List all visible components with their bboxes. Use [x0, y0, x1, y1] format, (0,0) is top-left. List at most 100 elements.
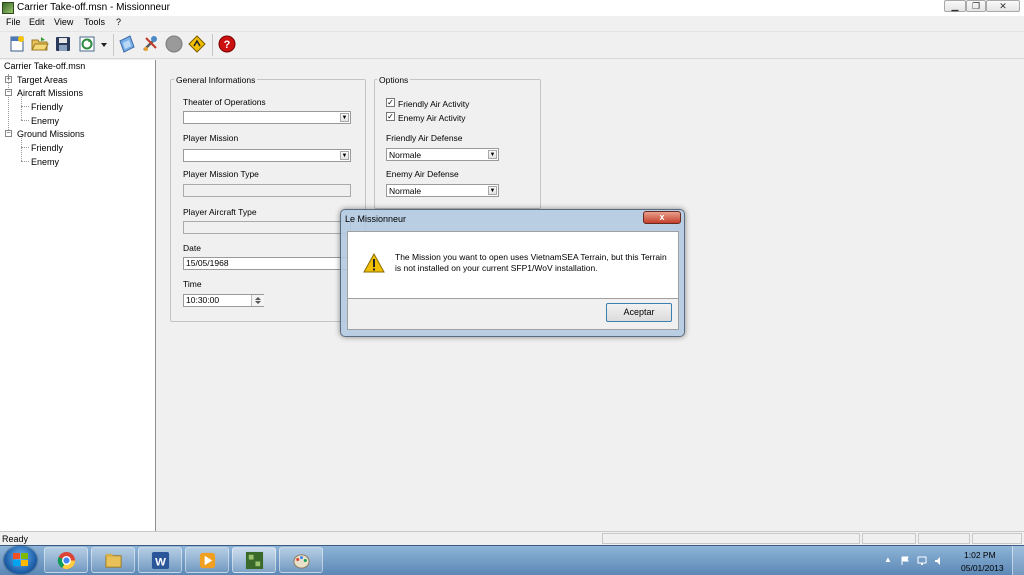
refresh-icon[interactable] [78, 35, 96, 53]
date-field[interactable]: 15/05/1968 [183, 257, 351, 270]
friendly-air-activity-label: Friendly Air Activity [398, 99, 470, 109]
friendly-air-defense-label: Friendly Air Defense [386, 133, 463, 143]
status-panel [602, 533, 860, 544]
open-folder-icon[interactable] [31, 35, 49, 53]
tree-line [21, 138, 22, 161]
display-icon[interactable] [917, 556, 927, 566]
tree-line [21, 106, 29, 107]
menu-edit[interactable]: Edit [29, 17, 45, 27]
tree-item-aircraft-enemy[interactable]: Enemy [31, 116, 59, 126]
tree-item-ground-missions[interactable]: Ground Missions [17, 129, 85, 139]
tree-item-aircraft-missions[interactable]: Aircraft Missions [17, 88, 83, 98]
maximize-button[interactable]: ❐ [966, 0, 986, 12]
menu-bar [0, 16, 1024, 30]
menu-view[interactable]: View [54, 17, 73, 27]
taskbar-explorer[interactable] [91, 547, 135, 573]
status-panel [862, 533, 916, 544]
file-explorer-icon [105, 553, 122, 568]
tree-item-ground-enemy[interactable]: Enemy [31, 157, 59, 167]
player-mission-type-label: Player Mission Type [183, 169, 259, 179]
collapse-toggle[interactable]: − [5, 130, 12, 137]
tree-line [21, 161, 29, 162]
clock-time[interactable]: 1:02 PM [964, 550, 996, 560]
show-desktop-button[interactable] [1012, 546, 1024, 575]
taskbar-media-player[interactable] [185, 547, 229, 573]
taskbar-paint[interactable] [279, 547, 323, 573]
tree-item-target-areas[interactable]: Target Areas [17, 75, 68, 85]
time-spinner[interactable] [251, 295, 264, 306]
media-player-icon [199, 552, 216, 569]
action-center-flag-icon[interactable] [900, 556, 910, 566]
taskbar-word[interactable]: W [138, 547, 182, 573]
player-aircraft-type-field [183, 221, 351, 234]
tree-line [8, 74, 9, 136]
theater-label: Theater of Operations [183, 97, 266, 107]
collapse-toggle[interactable]: − [5, 89, 12, 96]
friendly-air-activity-checkbox[interactable]: ✓ [386, 98, 395, 107]
dialog-close-button[interactable]: x [643, 211, 681, 224]
status-text: Ready [2, 534, 29, 544]
paint-icon [293, 554, 310, 569]
tools-icon[interactable] [141, 35, 159, 53]
missionneur-icon [245, 551, 264, 570]
player-mission-label: Player Mission [183, 133, 239, 143]
tree-line [21, 97, 22, 120]
toolbar-separator [212, 34, 213, 56]
status-panel [972, 533, 1022, 544]
dialog-title: Le Missionneur [345, 214, 407, 224]
save-icon[interactable] [54, 35, 72, 53]
volume-icon[interactable] [934, 556, 944, 566]
player-aircraft-type-label: Player Aircraft Type [183, 207, 257, 217]
theater-select[interactable]: ▼ [183, 111, 351, 124]
player-mission-select[interactable]: ▼ [183, 149, 351, 162]
svg-text:W: W [155, 556, 166, 568]
menu-help[interactable]: ? [116, 17, 121, 27]
tree-root[interactable]: Carrier Take-off.msn [4, 61, 86, 71]
menu-tools[interactable]: Tools [84, 17, 105, 27]
new-file-icon[interactable] [8, 35, 26, 53]
player-mission-type-field [183, 184, 351, 197]
spin-arrows-icon[interactable] [254, 296, 262, 305]
minimize-button[interactable]: ▁ [944, 0, 966, 12]
options-title: Options [377, 75, 411, 85]
windows-logo-icon [13, 553, 28, 566]
taskbar-missionneur[interactable] [232, 547, 276, 573]
date-label: Date [183, 243, 201, 253]
dialog-message: The Mission you want to open uses Vietna… [395, 252, 667, 273]
clock-date[interactable]: 05/01/2013 [961, 563, 1004, 573]
gray-circle-icon[interactable] [165, 35, 183, 53]
enemy-air-defense-value: Normale [389, 186, 422, 196]
chevron-down-icon[interactable]: ▼ [488, 186, 497, 195]
enemy-air-activity-checkbox[interactable]: ✓ [386, 112, 395, 121]
close-button[interactable]: ✕ [986, 0, 1020, 12]
chevron-down-icon[interactable]: ▼ [340, 151, 349, 160]
taskbar-chrome[interactable] [44, 547, 88, 573]
tree-line [21, 147, 29, 148]
tree-item-ground-friendly[interactable]: Friendly [31, 143, 63, 153]
toolbar-separator [113, 34, 114, 56]
general-info-title: General Informations [174, 75, 258, 85]
time-label: Time [183, 279, 202, 289]
window-title: Carrier Take-off.msn - Missionneur [17, 2, 171, 13]
map-icon[interactable] [118, 35, 136, 53]
enemy-air-defense-select[interactable]: Normale ▼ [386, 184, 499, 197]
aceptar-button[interactable]: Aceptar [606, 303, 672, 322]
chevron-down-icon[interactable]: ▼ [488, 150, 497, 159]
menu-file[interactable]: File [6, 17, 21, 27]
warning-sign-icon[interactable] [188, 35, 206, 53]
word-icon: W [151, 551, 170, 570]
friendly-air-defense-select[interactable]: Normale ▼ [386, 148, 499, 161]
start-button[interactable] [4, 546, 37, 574]
warning-icon [363, 253, 385, 273]
friendly-air-defense-value: Normale [389, 150, 422, 160]
dropdown-arrow-icon[interactable] [100, 42, 108, 48]
tree-line [21, 120, 29, 121]
tree-item-aircraft-friendly[interactable]: Friendly [31, 102, 63, 112]
help-icon[interactable]: ? [218, 35, 236, 53]
enemy-air-activity-label: Enemy Air Activity [398, 113, 466, 123]
enemy-air-defense-label: Enemy Air Defense [386, 169, 459, 179]
expand-toggle[interactable]: + [5, 76, 12, 83]
tray-expand-icon[interactable]: ▲ [884, 555, 892, 564]
svg-text:?: ? [224, 39, 231, 51]
chevron-down-icon[interactable]: ▼ [340, 113, 349, 122]
